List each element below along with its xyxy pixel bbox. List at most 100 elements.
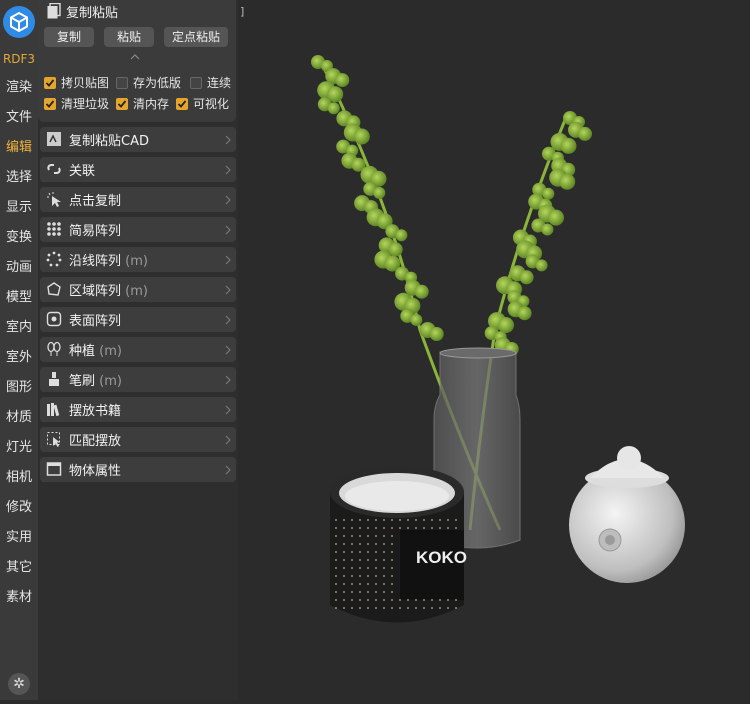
option-checkbox[interactable]: 拷贝贴图 <box>44 74 109 91</box>
chevron-right-icon <box>225 135 231 145</box>
scene-render: KOKO <box>311 55 685 623</box>
tool-row[interactable]: 物体属性 <box>40 457 236 482</box>
tool-name: 沿线阵列 <box>69 254 122 269</box>
chevron-right-icon <box>225 165 231 175</box>
tool-row[interactable]: 表面阵列 <box>40 307 236 332</box>
checkbox-unchecked-icon[interactable] <box>190 76 202 89</box>
properties-icon <box>46 462 62 476</box>
tool-name: 摆放书籍 <box>69 404 122 419</box>
chevron-right-icon <box>225 345 231 355</box>
option-checkbox[interactable]: 存为低版 <box>116 74 181 91</box>
rail-item[interactable]: 选择 <box>0 163 38 193</box>
paste-button[interactable]: 粘贴 <box>104 27 154 47</box>
path-array-icon <box>46 251 62 267</box>
tool-name: 物体属性 <box>69 464 122 479</box>
tool-row[interactable]: 沿线阵列 (m) <box>40 247 236 272</box>
books-icon <box>47 403 60 417</box>
app-logo-icon[interactable] <box>3 6 35 38</box>
rail-item[interactable]: 其它 <box>0 553 38 583</box>
chevron-right-icon <box>225 405 231 415</box>
rail-item[interactable]: 室内 <box>0 313 38 343</box>
rail-item[interactable]: 实用 <box>0 523 38 553</box>
rail-item[interactable]: 室外 <box>0 343 38 373</box>
tool-row-label: 匹配摆放 <box>69 430 121 449</box>
tool-row[interactable]: 关联 <box>40 157 236 182</box>
link-icon <box>47 164 61 174</box>
rail-item[interactable]: 文件 <box>0 103 38 133</box>
collapse-chevron-up-icon[interactable] <box>130 54 140 60</box>
tool-name: 匹配摆放 <box>69 434 122 449</box>
tool-row-label: 区域阵列 (m) <box>69 280 148 299</box>
tool-row-label: 关联 <box>69 160 95 179</box>
rail-item[interactable]: 编辑 <box>0 133 38 163</box>
tool-row[interactable]: 点击复制 <box>40 187 236 212</box>
option-checkbox[interactable]: 可视化 <box>176 95 229 112</box>
option-label: 可视化 <box>193 97 230 111</box>
copy-button[interactable]: 复制 <box>44 27 94 47</box>
chevron-right-icon <box>225 195 231 205</box>
tool-row[interactable]: 复制粘贴CAD <box>40 127 236 152</box>
tool-row[interactable]: 匹配摆放 <box>40 427 236 452</box>
tool-suffix: (m) <box>99 374 122 389</box>
rail-item[interactable]: 修改 <box>0 493 38 523</box>
rail-item[interactable]: 图形 <box>0 373 38 403</box>
chevron-right-icon <box>225 435 231 445</box>
tool-row[interactable]: 简易阵列 <box>40 217 236 242</box>
tool-row[interactable]: 摆放书籍 <box>40 397 236 422</box>
option-checkbox[interactable]: 清内存 <box>116 95 169 112</box>
tool-name: 复制粘贴CAD <box>69 134 149 149</box>
option-label: 清理垃圾 <box>61 97 110 111</box>
match-place-icon <box>47 432 60 447</box>
option-checkbox[interactable]: 连续 <box>190 74 231 91</box>
rail-item[interactable]: 动画 <box>0 253 38 283</box>
tool-row-label: 表面阵列 <box>69 310 121 329</box>
plant-icon <box>47 341 61 356</box>
tool-suffix: (m) <box>125 254 148 269</box>
checkbox-checked-icon[interactable] <box>116 97 128 110</box>
rail-item[interactable]: 相机 <box>0 463 38 493</box>
rail-item[interactable]: 模型 <box>0 283 38 313</box>
tool-row-label: 种植 (m) <box>69 340 122 359</box>
point-paste-button[interactable]: 定点粘贴 <box>164 27 228 47</box>
area-array-icon <box>47 282 61 296</box>
tool-row[interactable]: 笔刷 (m) <box>40 367 236 392</box>
tool-name: 关联 <box>69 164 96 179</box>
rail-item[interactable]: 变换 <box>0 223 38 253</box>
tool-suffix: (m) <box>125 284 148 299</box>
version-label: RDF3 <box>2 52 36 66</box>
tool-name: 笔刷 <box>69 374 96 389</box>
chevron-right-icon <box>225 225 231 235</box>
brush-icon <box>49 372 59 386</box>
cad-icon <box>47 132 61 146</box>
tool-name: 点击复制 <box>69 194 122 209</box>
tool-row-label: 摆放书籍 <box>69 400 121 419</box>
category-rail: RDF3 渲染 文件 编辑 选择 显示 变换 动画 模型 室内 室外 图形 材质 灯光 相机 修改 实用 其它素… <box>0 0 39 700</box>
tool-suffix: (m) <box>99 344 122 359</box>
option-label: 存为低版 <box>133 76 182 90</box>
checkbox-checked-icon[interactable] <box>44 97 56 110</box>
tool-row-label: 沿线阵列 (m) <box>69 250 148 269</box>
tool-row[interactable]: 种植 (m) <box>40 337 236 362</box>
tool-name: 表面阵列 <box>69 314 122 329</box>
rail-item[interactable]: 素材 <box>0 583 38 613</box>
candle-label: KOKO <box>416 548 467 567</box>
3d-viewport[interactable]: KOKO <box>238 0 750 700</box>
checkbox-unchecked-icon[interactable] <box>116 76 128 89</box>
rail-item[interactable]: 材质 <box>0 403 38 433</box>
copy-paste-title: 复制粘贴 <box>66 6 119 21</box>
rail-item[interactable]: 渲染 <box>0 73 38 103</box>
click-copy-icon <box>47 192 61 207</box>
tool-row-label: 复制粘贴CAD <box>69 130 149 149</box>
option-label: 连续 <box>207 76 232 90</box>
option-checkbox[interactable]: 清理垃圾 <box>44 95 109 112</box>
checkbox-checked-icon[interactable] <box>44 76 56 89</box>
settings-gear-icon[interactable]: ✲ <box>8 673 30 695</box>
option-label: 拷贝贴图 <box>61 76 110 90</box>
tool-row-label: 点击复制 <box>69 190 121 209</box>
rail-item[interactable]: 灯光 <box>0 433 38 463</box>
tool-row-label: 简易阵列 <box>69 220 121 239</box>
rail-item[interactable]: 显示 <box>0 193 38 223</box>
checkbox-checked-icon[interactable] <box>176 97 188 110</box>
tool-row[interactable]: 区域阵列 (m) <box>40 277 236 302</box>
copy-paste-section: 复制粘贴 复制 粘贴 定点粘贴 拷贝贴图 存为低版 连续清理垃圾 清内存 可视化 <box>38 0 236 122</box>
